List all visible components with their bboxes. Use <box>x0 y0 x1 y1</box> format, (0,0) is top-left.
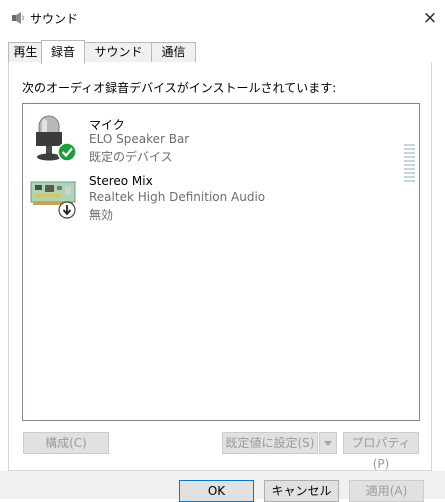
tab-recording[interactable]: 録音 <box>41 40 85 64</box>
microphone-icon <box>36 115 77 162</box>
sound-card-icon <box>30 181 76 219</box>
device-status: 既定のデバイス <box>89 150 173 164</box>
set-default-dropdown-arrow[interactable] <box>319 432 337 454</box>
speaker-icon <box>12 12 24 24</box>
device-description: ELO Speaker Bar <box>89 132 190 146</box>
configure-button[interactable]: 構成(C) <box>23 432 109 454</box>
list-item-microphone[interactable]: マイク ELO Speaker Bar 既定のデバイス <box>23 110 417 182</box>
title-bar: サウンド × <box>0 0 445 38</box>
instruction-text: 次のオーディオ録音デバイスがインストールされています: <box>22 81 337 95</box>
close-button[interactable]: × <box>415 4 445 32</box>
disabled-arrow-icon <box>58 201 76 219</box>
set-default-button[interactable]: 既定値に設定(S) <box>222 432 318 454</box>
device-status: 無効 <box>89 208 114 222</box>
tab-communications[interactable]: 通信 <box>151 42 196 62</box>
device-name: Stereo Mix <box>89 174 153 188</box>
device-name: マイク <box>89 118 125 132</box>
properties-button[interactable]: プロパティ(P) <box>343 432 419 471</box>
default-check-icon <box>57 142 77 162</box>
device-list[interactable]: マイク ELO Speaker Bar 既定のデバイス Stereo Mix R… <box>22 103 420 421</box>
device-description: Realtek High Definition Audio <box>89 190 266 204</box>
tab-sounds[interactable]: サウンド <box>84 42 153 62</box>
tab-playback[interactable]: 再生 <box>8 42 43 62</box>
list-item-stereo-mix[interactable]: Stereo Mix Realtek High Definition Audio… <box>23 168 417 226</box>
window-title: サウンド <box>30 12 79 26</box>
